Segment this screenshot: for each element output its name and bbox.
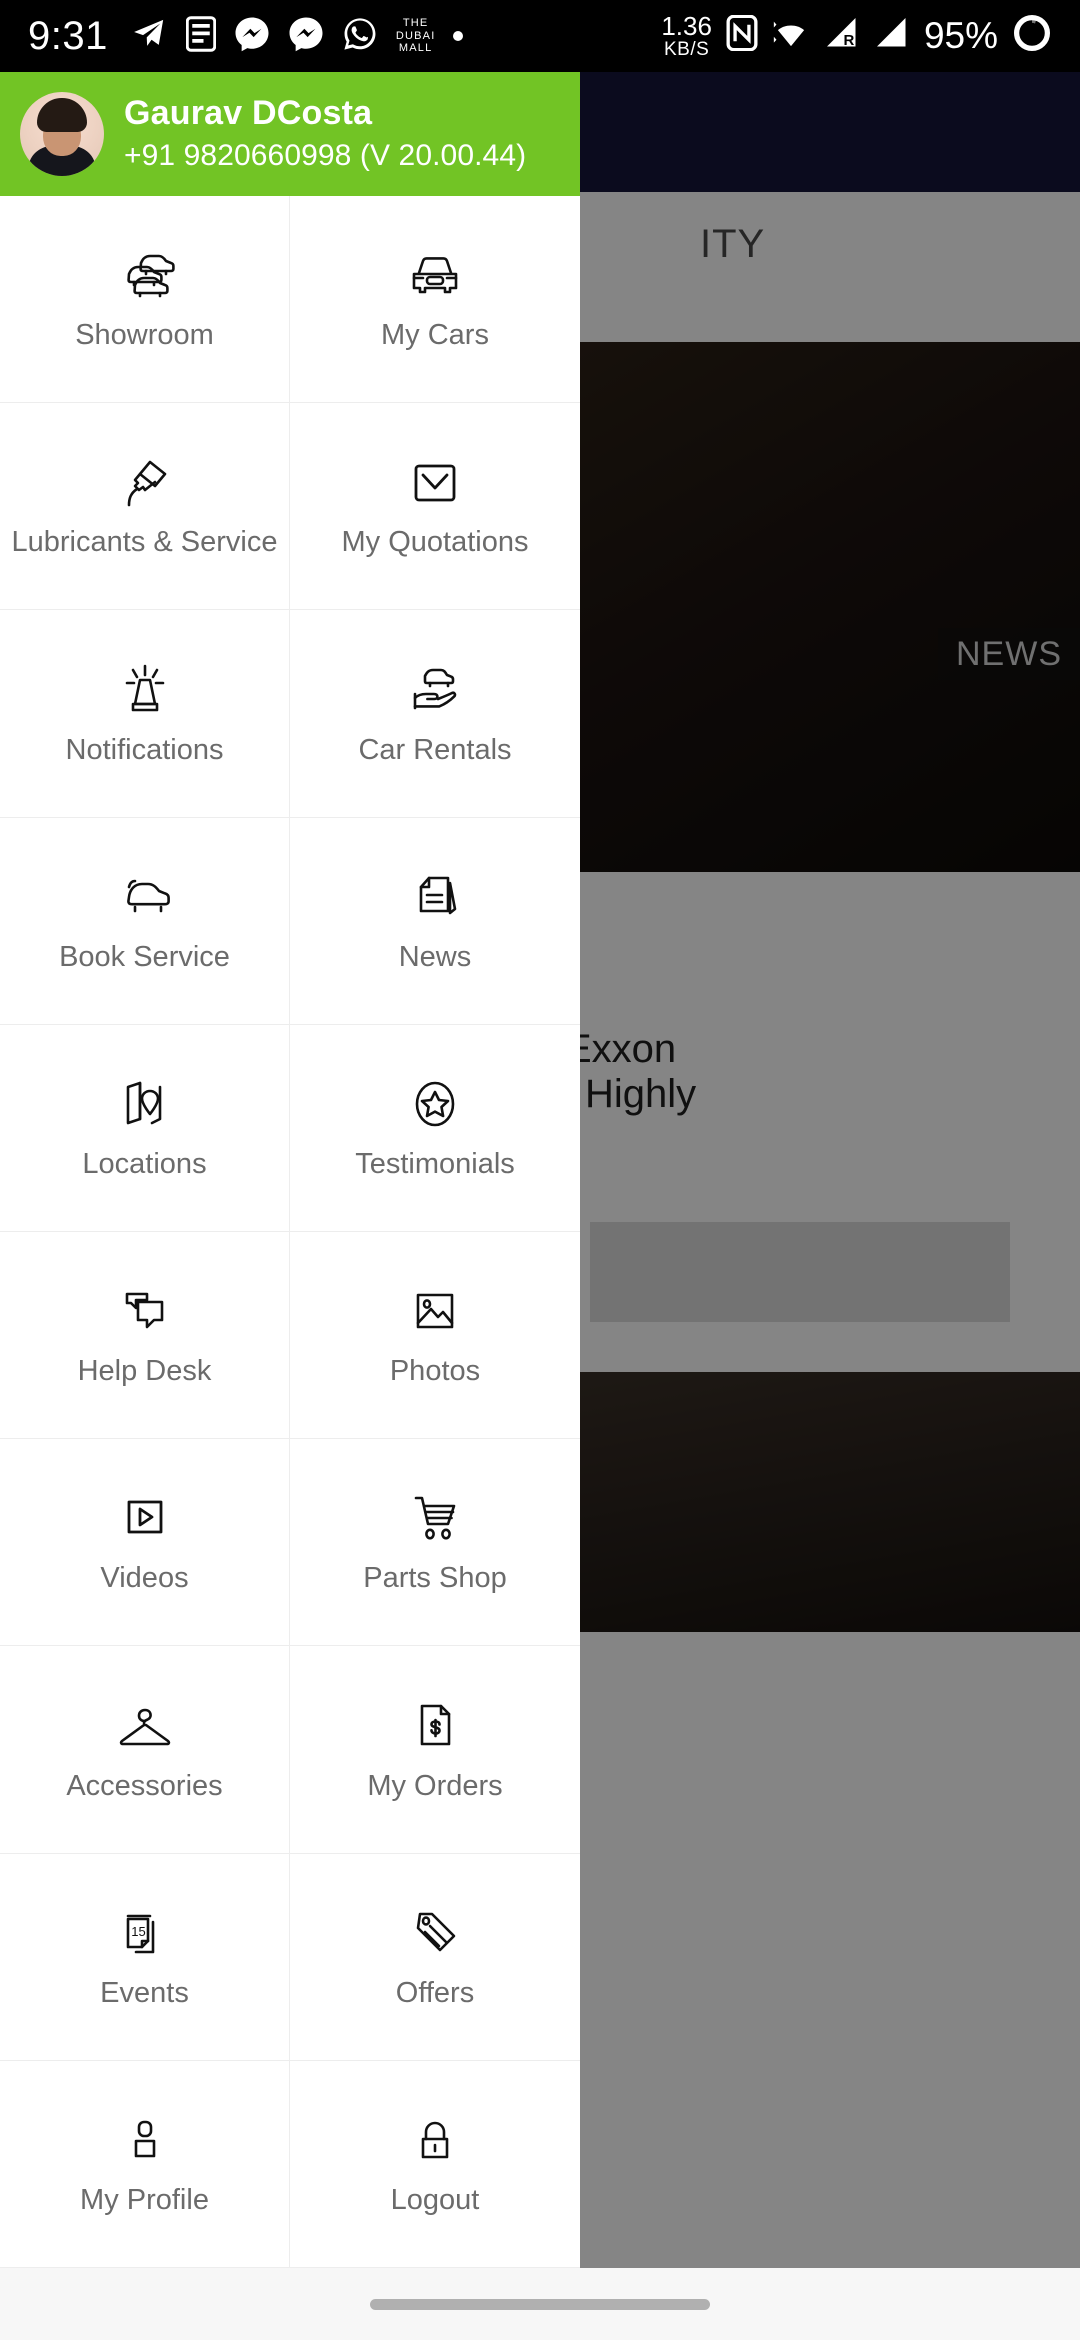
dubai-line-the: THE	[402, 17, 429, 30]
nfc-icon	[726, 15, 758, 56]
phone-screen: ITY NEWS Exxon Highly VIDEO 9:31	[0, 0, 1080, 2340]
menu-label: My Profile	[80, 2183, 209, 2216]
menu-label: Logout	[390, 2183, 480, 2216]
signal-roaming-icon: R	[824, 16, 860, 55]
cars-showroom-icon	[112, 246, 178, 306]
chat-bubbles-icon	[112, 1282, 178, 1342]
status-notification-icons: THE DUBAI MALL	[130, 15, 464, 57]
news-reader-icon	[185, 15, 217, 57]
map-pin-icon	[112, 1075, 178, 1135]
shopping-cart-icon	[402, 1489, 468, 1549]
navigation-drawer: Gaurav DCosta +91 9820660998 (V 20.00.44…	[0, 72, 580, 2340]
menu-label: News	[398, 940, 472, 973]
messenger-icon	[234, 16, 270, 57]
menu-item-parts-shop[interactable]: Parts Shop	[290, 1439, 580, 1647]
star-circle-icon	[402, 1075, 468, 1135]
menu-item-news[interactable]: News	[290, 817, 580, 1025]
menu-item-lubricants-service[interactable]: Lubricants & Service	[0, 403, 290, 611]
play-square-icon	[112, 1489, 178, 1549]
menu-item-locations[interactable]: Locations	[0, 1024, 290, 1232]
menu-item-my-quotations[interactable]: My Quotations	[290, 403, 580, 611]
dot-icon	[453, 31, 464, 41]
news-document-icon	[402, 868, 468, 928]
menu-label: My Quotations	[341, 526, 529, 559]
menu-label: Help Desk	[77, 1355, 212, 1388]
car-front-icon	[402, 246, 468, 306]
menu-item-events[interactable]: 15 Events	[0, 1853, 290, 2061]
person-icon	[112, 2111, 178, 2171]
menu-label: Showroom	[75, 319, 214, 352]
menu-item-photos[interactable]: Photos	[290, 1231, 580, 1440]
menu-label: Locations	[82, 1147, 207, 1180]
menu-item-notifications[interactable]: Notifications	[0, 610, 290, 818]
drawer-menu-grid: Showroom My Cars Lubricants & Service My…	[0, 196, 580, 2268]
menu-label: Lubricants & Service	[11, 526, 278, 559]
svg-text:15: 15	[131, 1924, 145, 1939]
menu-label: Notifications	[65, 733, 224, 766]
system-navigation-bar	[0, 2268, 1080, 2340]
profile-phone-version: +91 9820660998 (V 20.00.44)	[124, 139, 527, 173]
menu-label: Accessories	[66, 1769, 223, 1802]
menu-item-logout[interactable]: Logout	[290, 2060, 580, 2268]
dubai-mall-icon: THE DUBAI MALL	[396, 17, 436, 55]
dubai-line-dubai: DUBAI	[395, 29, 436, 42]
whatsapp-icon	[342, 16, 378, 57]
menu-item-accessories[interactable]: Accessories	[0, 1646, 290, 1854]
dubai-line-mall: MALL	[398, 42, 433, 55]
car-side-icon	[112, 868, 178, 928]
menu-item-my-profile[interactable]: My Profile	[0, 2060, 290, 2268]
menu-label: Car Rentals	[358, 733, 512, 766]
user-avatar[interactable]	[20, 92, 104, 176]
menu-label: Photos	[389, 1355, 481, 1388]
drawer-profile-header[interactable]: Gaurav DCosta +91 9820660998 (V 20.00.44…	[0, 72, 580, 196]
home-gesture-pill[interactable]	[370, 2298, 710, 2310]
profile-name: Gaurav DCosta	[124, 93, 373, 132]
menu-item-my-cars[interactable]: My Cars	[290, 196, 580, 404]
messenger-icon	[288, 16, 324, 57]
network-speed-unit: KB/S	[663, 38, 710, 60]
oil-dispenser-icon	[112, 453, 178, 513]
menu-label: Book Service	[59, 940, 230, 973]
battery-percent-label: 95%	[923, 14, 998, 56]
menu-label: Events	[100, 1976, 189, 2009]
network-speed-value: 1.36	[661, 11, 712, 42]
menu-item-showroom[interactable]: Showroom	[0, 196, 290, 404]
menu-label: Parts Shop	[363, 1562, 507, 1595]
menu-label: My Orders	[367, 1769, 503, 1802]
signal-icon	[874, 16, 910, 55]
padlock-icon	[402, 2111, 468, 2171]
car-in-hand-icon	[402, 661, 468, 721]
invoice-dollar-icon	[402, 1697, 468, 1757]
network-speed-indicator: 1.36 KB/S	[661, 13, 712, 59]
telegram-icon	[130, 17, 168, 56]
menu-label: Testimonials	[355, 1147, 515, 1180]
calendar-15-icon: 15	[112, 1904, 178, 1964]
photo-image-icon	[402, 1282, 468, 1342]
status-clock: 9:31	[28, 13, 108, 58]
menu-item-book-service[interactable]: Book Service	[0, 817, 290, 1025]
menu-item-my-orders[interactable]: My Orders	[290, 1646, 580, 1854]
status-bar: 9:31 THE DUBAI MALL 1.36 KB/S R 95%	[0, 0, 1080, 72]
alert-beacon-icon	[112, 661, 178, 721]
menu-item-help-desk[interactable]: Help Desk	[0, 1231, 290, 1440]
menu-label: Offers	[395, 1976, 475, 2009]
menu-item-car-rentals[interactable]: Car Rentals	[290, 610, 580, 818]
envelope-icon	[402, 453, 468, 513]
menu-item-videos[interactable]: Videos	[0, 1439, 290, 1647]
svg-text:R: R	[843, 32, 854, 49]
menu-label: Videos	[100, 1562, 189, 1595]
menu-item-testimonials[interactable]: Testimonials	[290, 1024, 580, 1232]
profile-text-block: Gaurav DCosta +91 9820660998 (V 20.00.44…	[124, 93, 526, 175]
status-system-icons: 1.36 KB/S R 95%	[661, 13, 1052, 59]
clothes-hanger-icon	[112, 1697, 178, 1757]
menu-label: My Cars	[381, 319, 489, 352]
avatar-hair-shape	[37, 98, 87, 132]
wifi-icon	[772, 17, 810, 54]
battery-circle-icon	[1012, 13, 1052, 58]
price-tags-icon	[402, 1904, 468, 1964]
menu-item-offers[interactable]: Offers	[290, 1853, 580, 2061]
